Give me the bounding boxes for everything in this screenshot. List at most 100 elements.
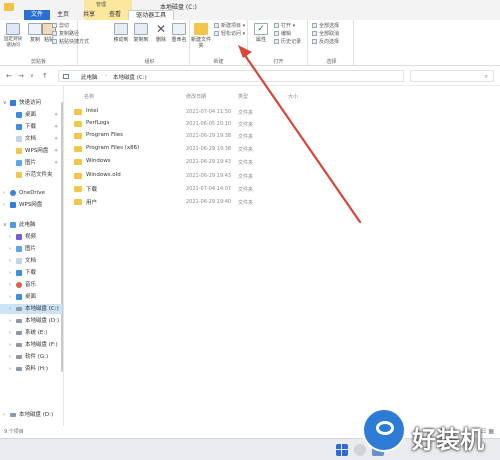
properties-button[interactable]: ✓ 属性 [250,23,272,43]
copy-path-button[interactable]: 复制路径 [52,31,79,38]
chevron-right-icon: › [9,246,11,252]
nav-drive-d[interactable]: › 本地磁盘 (D:) [0,316,62,326]
up-arrow-icon[interactable]: ↑ [42,72,48,80]
nav-label: 系统 (E:) [25,330,48,336]
chevron-right-icon: › [9,306,11,312]
nav-network-drive-d[interactable]: › 本地磁盘 (D:) [0,410,62,420]
rename-button[interactable]: 重命名 [168,23,190,43]
pin-icon[interactable]: ✦ [54,158,58,168]
nav-quick-wps[interactable]: WPS网盘 ✦ [0,146,62,156]
table-row[interactable]: Windows.old 2021-06-29 19:43 文件夹 [72,170,372,182]
nav-label: 图片 [25,246,37,252]
nav-quick-desktop[interactable]: 桌面 ✦ [0,110,62,120]
file-date: 2021-07-04 11:50 [186,109,232,115]
desktop-icon [16,294,22,300]
video-icon [16,234,22,240]
tab-share[interactable]: 共享 [76,10,102,20]
file-name: Intel [86,108,99,114]
breadcrumb-this-pc[interactable]: 此电脑 [81,73,98,81]
nav-onedrive[interactable]: › OneDrive [0,188,62,198]
tab-drive-tools[interactable]: 驱动器工具 [128,10,175,20]
invert-selection-button[interactable]: 反向选择 [312,39,339,46]
drive-icon [16,331,22,335]
nav-drive-f[interactable]: › 本地磁盘 (F:) [0,340,62,350]
file-date: 2021-06-29 19:38 [186,133,232,139]
file-date: 2021-06-05 20:10 [186,121,232,127]
edit-button[interactable]: 编辑 [274,31,291,38]
windows-start-icon[interactable] [336,444,348,456]
nav-drive-c[interactable]: › 本地磁盘 (C:) [0,304,62,314]
column-header-type[interactable]: 类型 [238,93,248,100]
nav-pc-documents[interactable]: › 文档 [0,256,62,266]
breadcrumb-drive[interactable]: 本地磁盘 (C:) [113,73,147,81]
column-header-name[interactable]: 名称 [84,93,94,100]
select-none-button[interactable]: 全部取消 [312,31,339,38]
nav-drive-g[interactable]: › 软件 (G:) [0,352,62,362]
table-row[interactable]: 用户 2021-06-29 19:40 文件夹 [72,196,372,208]
recent-chevron-icon[interactable]: ∨ [30,73,34,79]
table-row[interactable]: PerfLogs 2021-06-05 20:10 文件夹 [72,118,372,130]
column-header-size[interactable]: 大小 [288,93,298,100]
nav-quick-downloads[interactable]: 下载 ✦ [0,122,62,132]
file-type: 文件夹 [238,160,254,166]
nav-drive-e[interactable]: › 系统 (E:) [0,328,62,338]
new-folder-button[interactable]: 新建文件夹 [190,23,212,49]
file-type: 文件夹 [238,110,254,116]
nav-label: 资料 (H:) [25,366,49,372]
chevron-right-icon: › [3,202,5,208]
search-box[interactable]: ⌕ [410,70,494,82]
nav-quick-pictures[interactable]: 图片 ✦ [0,158,62,168]
pin-icon[interactable]: ✦ [54,110,58,120]
new-item-button[interactable]: 新建项目 ▾ [214,23,245,30]
file-date: 2021-07-04 14:07 [186,186,232,192]
nav-pc-downloads[interactable]: › 下载 [0,268,62,278]
nav-pc-pictures[interactable]: › 图片 [0,244,62,254]
nav-drive-h[interactable]: › 资料 (H:) [0,364,62,374]
address-bar[interactable]: 此电脑 › 本地磁盘 (C:) [58,70,404,82]
nav-quick-documents[interactable]: 文档 ✦ [0,134,62,144]
tab-file[interactable]: 文件 [24,10,51,20]
pin-icon[interactable]: ✦ [54,122,58,132]
nav-this-pc[interactable]: ∨ 此电脑 [0,220,62,230]
back-arrow-icon[interactable]: ← [6,72,12,80]
easy-access-icon [214,31,219,36]
nav-quick-access[interactable]: ∨ 快速访问 [0,98,62,108]
copy-to-button[interactable]: 复制到 [130,23,152,43]
table-row[interactable]: 下载 2021-07-04 14:07 文件夹 [72,183,372,195]
folder-icon [74,121,82,127]
address-row: ← → ∨ ↑ 此电脑 › 本地磁盘 (C:) ⌕ [0,66,500,86]
forward-arrow-icon[interactable]: → [18,72,24,80]
history-button[interactable]: 历史记录 [274,39,301,46]
organize-group: 移动到 复制到 ✕ 删除 重命名 组织 [110,20,190,66]
table-row[interactable]: Program Files 2021-06-29 19:38 文件夹 [72,130,372,142]
table-row[interactable]: Program Files (x86) 2021-06-29 19:38 文件夹 [72,143,372,155]
tab-home[interactable]: 主页 [50,10,76,20]
chevron-right-icon: › [9,354,11,360]
pin-quick-access-button[interactable]: 固定到快速访问 [2,23,24,49]
nav-pc-videos[interactable]: › 视频 [0,232,62,242]
table-row[interactable]: Windows 2021-06-29 19:43 文件夹 [72,156,372,168]
nav-pc-desktop[interactable]: › 桌面 [0,292,62,302]
nav-wps-drive[interactable]: › WPS网盘 [0,200,62,210]
pin-icon[interactable]: ✦ [54,134,58,144]
file-type: 文件夹 [238,147,254,153]
pin-icon[interactable]: ✦ [54,146,58,156]
table-row[interactable]: Intel 2021-07-04 11:50 文件夹 [72,106,372,118]
easy-access-button[interactable]: 轻松访问 ▾ [214,31,245,38]
cut-button[interactable]: 剪切 [52,23,69,30]
pin-icon [6,23,20,35]
select-all-button[interactable]: 全部选择 [312,23,339,30]
shortcut-icon [52,39,57,44]
star-icon [10,100,16,106]
nav-quick-sample-folder[interactable]: 示范文件夹 [0,170,62,180]
paste-shortcut-button[interactable]: 粘贴快捷方式 [52,39,89,46]
tab-view[interactable]: 查看 [102,10,128,20]
column-header-date[interactable]: 修改日期 [186,93,206,100]
open-group-label: 打开 [273,59,284,65]
nav-pc-music[interactable]: › 音乐 [0,280,62,290]
select-all-icon [312,23,317,28]
open-button[interactable]: 打开 ▾ [274,23,295,30]
file-name: Windows [86,158,111,164]
move-to-button[interactable]: 移动到 [110,23,132,43]
context-tab-label[interactable]: 管理 [96,1,106,8]
